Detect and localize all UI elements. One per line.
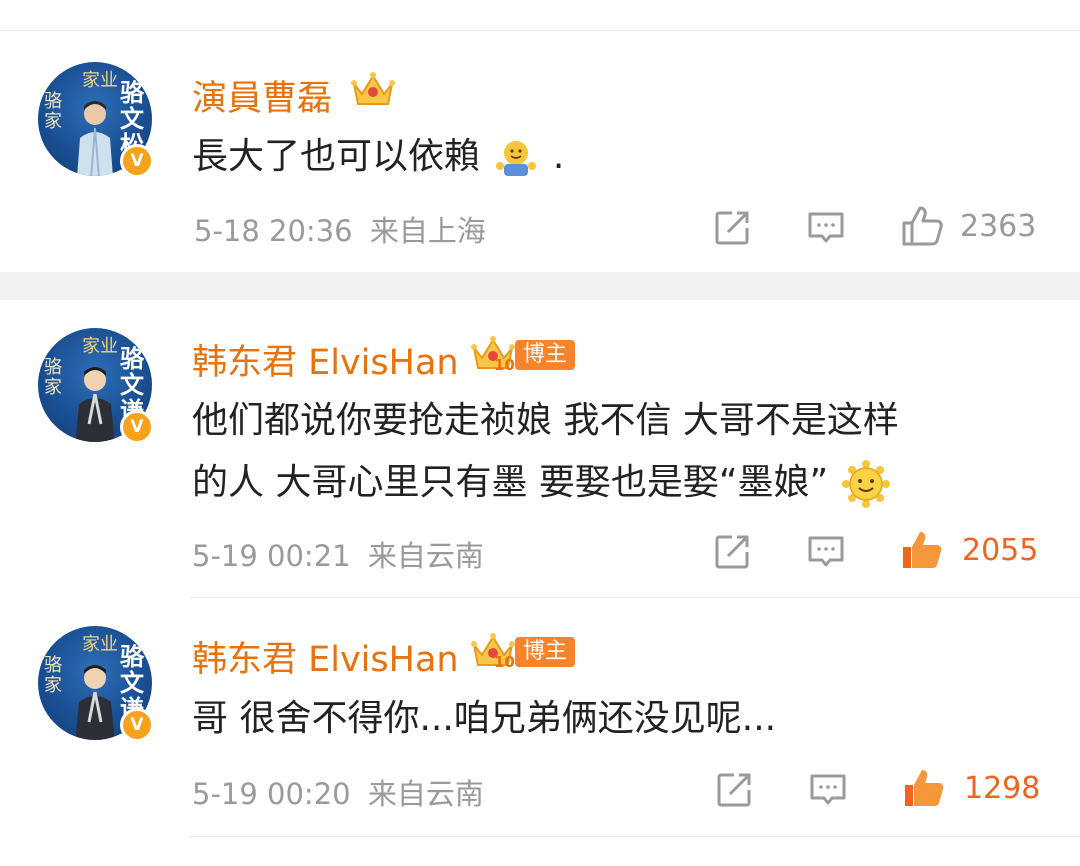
comment-location: 来自云南	[367, 777, 484, 811]
blogger-tag: 博主	[515, 637, 576, 667]
comment-text: 他们都说你要抢走祯娘 我不信 大哥不是这样 的人 大哥心里只有墨 要娶也是娶“墨…	[192, 390, 899, 514]
username[interactable]: 韩东君 ElvisHan	[192, 631, 459, 682]
avatar-text: 家业	[82, 70, 118, 91]
row-divider	[190, 597, 1080, 598]
comment-meta: 5-18 20:36 来自上海	[194, 208, 486, 250]
level-badge: 10	[494, 653, 515, 671]
level-badge: 10	[494, 356, 515, 374]
comment-meta: 5-19 00:20 来自云南	[192, 771, 484, 813]
share-icon[interactable]	[714, 770, 754, 810]
avatar-figure	[72, 364, 118, 442]
avatar-text: 家业	[82, 634, 118, 655]
avatar-text: 骆家	[44, 655, 62, 696]
avatar-text: 家业	[82, 336, 118, 357]
hug-emoji-icon	[496, 141, 537, 176]
comment-text-line: 的人 大哥心里只有墨 要娶也是娶“墨娘”	[192, 452, 899, 514]
comment-icon[interactable]	[808, 770, 848, 810]
comment-text-line: 他们都说你要抢走祯娘 我不信 大哥不是这样	[192, 400, 899, 441]
comment-text-body: 長大了也可以依賴	[192, 136, 481, 177]
like-count: 2055	[962, 533, 1039, 568]
comment-date: 5-19 00:20	[192, 777, 351, 811]
like-icon[interactable]	[900, 204, 944, 248]
sun-smile-emoji-icon	[841, 460, 890, 508]
share-icon[interactable]	[712, 532, 752, 572]
comment-text: 哥 很舍不得你...咱兄弟俩还没见呢...	[192, 698, 777, 739]
top-divider	[0, 30, 1080, 31]
like-count: 2363	[960, 209, 1037, 244]
row-divider	[190, 836, 1080, 837]
avatar-figure	[72, 662, 118, 740]
section-gap	[0, 272, 1080, 300]
avatar-text: 骆家	[44, 357, 62, 398]
like-icon[interactable]	[902, 766, 946, 810]
comment-meta: 5-19 00:21 来自云南	[192, 533, 484, 575]
comment-icon[interactable]	[806, 208, 846, 248]
comment-location: 来自上海	[369, 214, 486, 248]
username[interactable]: 演員曹磊	[192, 70, 332, 121]
verified-v-icon: V	[120, 144, 154, 178]
blogger-tag: 博主	[515, 340, 576, 370]
like-icon[interactable]	[900, 528, 944, 572]
comment-date: 5-18 20:36	[194, 214, 353, 248]
comment-text: 長大了也可以依賴 .	[192, 126, 564, 188]
verified-v-icon: V	[120, 410, 154, 444]
like-count: 1298	[964, 771, 1041, 806]
share-icon[interactable]	[712, 208, 752, 248]
avatar-text: 骆家	[44, 91, 62, 132]
username[interactable]: 韩东君 ElvisHan	[192, 334, 459, 385]
verified-v-icon: V	[120, 708, 154, 742]
crown-icon	[350, 70, 396, 110]
comment-location: 来自云南	[367, 539, 484, 573]
comment-text-body: 的人 大哥心里只有墨 要娶也是娶“墨娘”	[192, 462, 829, 503]
comment-text-suffix: .	[552, 136, 565, 177]
comment-date: 5-19 00:21	[192, 539, 351, 573]
avatar-figure	[72, 98, 118, 176]
comment-icon[interactable]	[806, 532, 846, 572]
